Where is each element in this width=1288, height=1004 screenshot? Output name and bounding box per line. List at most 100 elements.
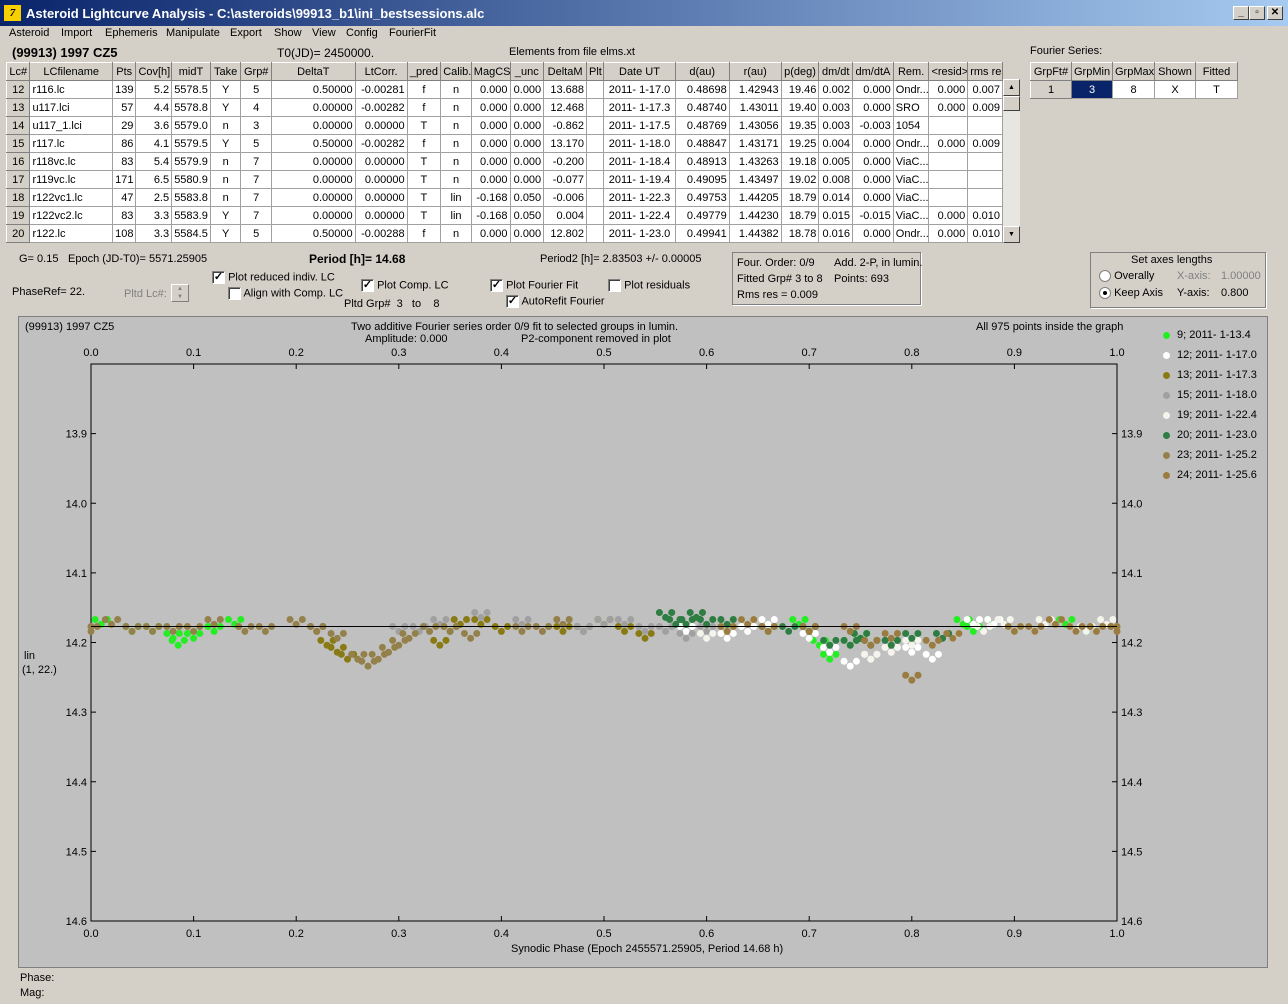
table-cell[interactable]: r117.lc [29,134,113,153]
table-cell[interactable]: u117_1.lci [29,116,113,135]
table-row[interactable]: 17 r119vc.lc 171 6.5 5580.9 n 7 0.00000 0.00000 T… [5,170,1003,189]
table-cell[interactable]: 19.40 [780,98,820,117]
table-cell[interactable] [585,98,605,117]
table-cell[interactable]: 0.010 [967,224,1003,243]
table-cell[interactable]: u117.lci [29,98,113,117]
table-cell[interactable]: 0.00000 [354,188,408,207]
table-cell[interactable]: 0.000 [928,134,969,153]
table-cell[interactable]: 1.43171 [728,134,782,153]
table-cell[interactable]: ViaC... [892,152,930,171]
col-header-20[interactable]: dm/dtA [852,62,894,81]
table-cell[interactable]: T [406,206,442,225]
table-cell[interactable]: 5583.8 [171,188,211,207]
col-header-15[interactable]: Date UT [603,62,676,81]
fourier-row[interactable]: 1 3 8 X T [1030,80,1238,99]
table-cell[interactable]: 1.44205 [728,188,782,207]
table-cell[interactable]: 0.000 [509,134,545,153]
table-cell[interactable]: 19.46 [780,80,820,99]
table-scrollbar[interactable]: ▲ ▼ [1003,79,1020,243]
table-cell[interactable]: 0.000 [928,80,969,99]
table-cell[interactable]: 1.42943 [728,80,782,99]
table-cell[interactable]: Ondr... [892,134,930,153]
table-cell[interactable] [967,152,1003,171]
table-cell[interactable]: -0.00282 [354,98,408,117]
table-cell[interactable]: T [406,116,442,135]
table-cell[interactable]: 5.4 [135,152,173,171]
table-cell[interactable]: n [440,98,472,117]
col-header-4[interactable]: midT [171,62,211,81]
plot-residuals-checkbox[interactable]: Plot residuals [608,279,690,292]
table-cell[interactable]: r116.lc [29,80,113,99]
table-cell[interactable]: 0.000 [852,170,894,189]
table-cell[interactable]: 1054 [892,116,930,135]
table-cell[interactable]: 0.050 [509,206,545,225]
table-cell[interactable] [967,188,1003,207]
table-cell[interactable]: -0.862 [543,116,587,135]
table-cell[interactable]: 47 [111,188,137,207]
table-cell[interactable]: Y [209,80,242,99]
table-cell[interactable]: 83 [111,206,137,225]
table-cell[interactable]: ViaC... [892,206,930,225]
scroll-down-icon[interactable]: ▼ [1003,226,1020,243]
table-cell[interactable]: Y [209,206,242,225]
table-cell[interactable]: 0.49095 [674,170,730,189]
col-header-7[interactable]: DeltaT [271,62,356,81]
table-cell[interactable]: 0.00000 [271,170,356,189]
table-cell[interactable]: 5580.9 [171,170,211,189]
col-header-6[interactable]: Grp# [240,62,272,81]
table-cell[interactable]: -0.00281 [354,80,408,99]
table-cell[interactable]: 2011- 1-23.0 [603,224,676,243]
table-cell[interactable]: 1.43056 [728,116,782,135]
table-cell[interactable]: 0.00000 [271,206,356,225]
table-cell[interactable]: 0.009 [967,134,1003,153]
table-cell[interactable]: -0.00288 [354,224,408,243]
table-cell[interactable]: 18.79 [780,188,820,207]
table-cell[interactable]: 13 [5,98,31,117]
y-axis-value[interactable]: 0.800 [1221,287,1249,299]
table-cell[interactable]: 1.43011 [728,98,782,117]
table-cell[interactable]: 0.00000 [271,188,356,207]
table-cell[interactable]: n [440,170,472,189]
table-cell[interactable]: 18.79 [780,206,820,225]
table-cell[interactable] [585,206,605,225]
table-cell[interactable]: 18.78 [780,224,820,243]
table-cell[interactable]: 0.003 [818,116,854,135]
fourier-cell-grpmax[interactable]: 8 [1112,80,1155,99]
col-header-22[interactable]: <resid> [928,62,969,81]
col-header-11[interactable]: MagCS [470,62,511,81]
lightcurve-plot-panel[interactable]: 0.0 0.0 0.1 0.1 0.2 0.2 0.3 0.3 0.4 0.4 0.5 0.5 0.6 0… [18,316,1268,968]
table-cell[interactable]: 29 [111,116,137,135]
table-cell[interactable]: Ondr... [892,224,930,243]
menu-export[interactable]: Export [230,27,262,39]
table-cell[interactable]: 0.00000 [271,152,356,171]
table-cell[interactable]: 0.000 [509,98,545,117]
table-cell[interactable]: 13.170 [543,134,587,153]
table-row[interactable]: 18 r122vc1.lc 47 2.5 5583.8 n 7 0.00000 0.00000 T… [5,188,1003,207]
table-cell[interactable]: n [440,134,472,153]
menu-manipulate[interactable]: Manipulate [166,27,220,39]
table-cell[interactable]: 0.010 [967,206,1003,225]
table-cell[interactable]: -0.00282 [354,134,408,153]
table-cell[interactable]: 1.44230 [728,206,782,225]
table-cell[interactable]: 0.005 [818,152,854,171]
table-cell[interactable]: 0.014 [818,188,854,207]
table-cell[interactable]: 18 [5,188,31,207]
table-cell[interactable]: 108 [111,224,137,243]
table-cell[interactable]: lin [440,206,472,225]
table-cell[interactable]: 0.000 [509,170,545,189]
table-cell[interactable] [585,152,605,171]
table-cell[interactable]: SRO [892,98,930,117]
table-cell[interactable]: 0.000 [470,170,511,189]
table-cell[interactable]: 0.00000 [354,116,408,135]
table-cell[interactable]: 0.000 [928,98,969,117]
table-cell[interactable]: 5584.5 [171,224,211,243]
table-cell[interactable]: 0.000 [852,152,894,171]
table-cell[interactable]: 0.50000 [271,224,356,243]
table-cell[interactable]: f [406,98,442,117]
table-cell[interactable]: 0.48913 [674,152,730,171]
pltd-lc-spinner[interactable]: ▲ ▼ [171,284,189,302]
table-cell[interactable] [585,116,605,135]
fourier-cell-fitted[interactable]: T [1195,80,1238,99]
table-cell[interactable]: f [406,134,442,153]
menu-ephemeris[interactable]: Ephemeris [105,27,158,39]
